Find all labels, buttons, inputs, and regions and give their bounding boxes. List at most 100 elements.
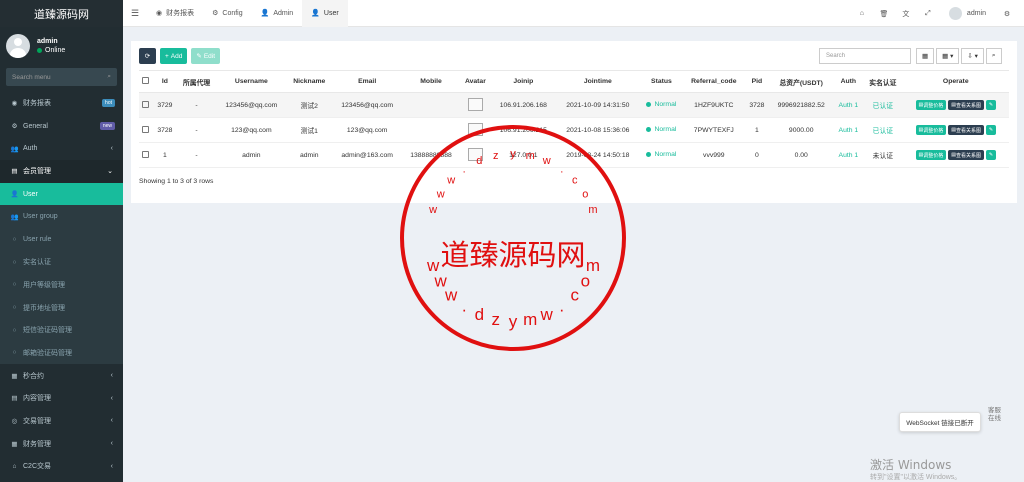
brand-logo[interactable]: 道臻源码网 (0, 0, 123, 27)
search-icon[interactable]: ⌕ (985, 48, 1002, 64)
column-header[interactable]: Status (640, 70, 683, 93)
row-checkbox[interactable] (139, 142, 153, 168)
cell-code: 1HZF9UKTC (682, 92, 745, 118)
sidebar-item-12[interactable]: ▦ 秒合约 ‹ (0, 364, 123, 387)
user-panel: admin Online (0, 27, 123, 65)
sidebar-item-1[interactable]: ⚙ General new (0, 115, 123, 138)
status-badge[interactable]: Normal (640, 117, 683, 143)
column-header[interactable]: Auth (833, 70, 864, 93)
edit-row-button[interactable]: ✎ (986, 150, 996, 160)
cell-email: 123@qq.com (331, 117, 403, 143)
chevron-icon: ‹ (110, 145, 113, 153)
view-relation-button[interactable]: ▤ 查看关系图 (948, 100, 984, 110)
adjust-price-button[interactable]: ▤ 调整价格 (915, 100, 947, 110)
column-header[interactable]: 所属代理 (176, 70, 217, 93)
columns-dropdown-icon[interactable]: ▦ ▾ (936, 48, 960, 64)
top-user-name[interactable]: admin (967, 10, 986, 17)
sidebar-item-6[interactable]: ○ User rule (0, 228, 123, 251)
view-relation-button[interactable]: ▤ 查看关系图 (948, 150, 984, 160)
edit-button[interactable]: ✎ Edit (191, 48, 221, 64)
column-header[interactable]: Operate (902, 70, 1009, 93)
sidebar-item-8[interactable]: ○ 用户等级管理 (0, 273, 123, 297)
sidebar-item-14[interactable]: ◎ 交易管理 ‹ (0, 410, 123, 433)
operate-cell: ▤ 调整价格 ▤ 查看关系图 ✎ (902, 142, 1009, 168)
cell-email: admin@163.com (331, 142, 403, 168)
tab-2[interactable]: 👤 Admin (252, 0, 303, 27)
sidebar-item-label: User group (23, 213, 58, 221)
search-menu-input[interactable]: Search menu ⌕ (6, 68, 117, 86)
edit-row-button[interactable]: ✎ (986, 125, 996, 135)
tab-3[interactable]: 👤 User (302, 0, 348, 27)
cell-id: 3728 (152, 117, 177, 143)
column-header[interactable]: 实名认证 (863, 70, 903, 93)
column-header[interactable]: Email (331, 70, 403, 93)
avatar-cell (459, 92, 492, 118)
watermark-letter: w (436, 188, 445, 200)
settings-icon[interactable]: ⚙ (996, 10, 1018, 18)
sidebar-item-7[interactable]: ○ 实名认证 (0, 250, 123, 274)
cell-realname: 已认证 (863, 117, 903, 143)
watermark-letter: d (475, 305, 484, 324)
column-header[interactable]: Mobile (402, 70, 460, 93)
column-header[interactable]: Referral_code (682, 70, 745, 93)
column-header[interactable]: Jointime (555, 70, 641, 93)
sidebar-item-2[interactable]: 👥 Auth ‹ (0, 137, 123, 160)
cell-auth[interactable]: Auth 1 (833, 92, 864, 118)
edit-row-button[interactable]: ✎ (986, 100, 996, 110)
language-icon[interactable]: 文 (895, 9, 917, 19)
sidebar-item-10[interactable]: ○ 短信验证码管理 (0, 318, 123, 342)
avatar[interactable] (948, 7, 962, 20)
sidebar-item-3[interactable]: ▤ 会员管理 ⌄ (0, 160, 123, 183)
watermark-letter: y (510, 148, 516, 160)
watermark-text: 道臻源码网 (440, 238, 585, 272)
export-dropdown-icon[interactable]: ⇩ ▾ (961, 48, 984, 64)
status-badge[interactable]: Normal (640, 142, 683, 168)
column-header[interactable]: Joinip (491, 70, 556, 93)
sidebar-item-9[interactable]: ○ 提币地址管理 (0, 296, 123, 319)
column-header[interactable]: Avatar (459, 70, 492, 93)
users-icon: 👥 (10, 213, 19, 221)
sidebar-item-label: 邮箱验证码管理 (23, 349, 72, 357)
sidebar-item-16[interactable]: ⌂ C2C交易 ‹ (0, 455, 123, 478)
select-all-checkbox[interactable] (139, 70, 153, 93)
menu-toggle-icon[interactable]: ☰ (123, 8, 147, 19)
column-header[interactable]: Nickname (286, 70, 332, 93)
pagination-info: Showing 1 to 3 of 3 rows (139, 178, 214, 185)
row-checkbox[interactable] (139, 117, 153, 143)
cell-agent: - (176, 142, 217, 168)
table-icon: ▦ (11, 440, 18, 448)
sidebar-item-0[interactable]: ◉ 财务报表 hot (0, 92, 123, 115)
sidebar-item-4[interactable]: 👤 User (0, 182, 123, 206)
row-checkbox[interactable] (139, 92, 153, 118)
sidebar-item-13[interactable]: ▤ 内容管理 ‹ (0, 387, 123, 410)
cell-assets: 9000.00 (768, 117, 834, 143)
cell-auth[interactable]: Auth 1 (833, 117, 864, 143)
cell-assets: 0.00 (768, 142, 834, 168)
sidebar-item-5[interactable]: 👥 User group (0, 205, 123, 229)
search-input[interactable]: Search (819, 48, 911, 64)
adjust-price-button[interactable]: ▤ 调整价格 (915, 150, 947, 160)
column-header[interactable]: Id (152, 70, 177, 93)
watermark-letter: y (509, 312, 518, 331)
cell-auth[interactable]: Auth 1 (833, 142, 864, 168)
tab-1[interactable]: ⚙ Config (203, 0, 252, 27)
toggle-view-icon[interactable]: ▦ (916, 48, 935, 64)
sidebar-item-15[interactable]: ▦ 财务管理 ‹ (0, 432, 123, 455)
tab-0[interactable]: ◉ 财务报表 (147, 0, 203, 27)
home-icon[interactable]: ⌂ (851, 10, 873, 17)
column-header[interactable]: Pid (744, 70, 769, 93)
status-badge[interactable]: Normal (640, 92, 683, 118)
column-header[interactable]: 总资产(USDT) (768, 70, 834, 93)
sidebar-item-11[interactable]: ○ 邮箱验证码管理 (0, 341, 123, 365)
customer-service-icon[interactable]: 客服 在线 (988, 407, 1018, 423)
view-relation-button[interactable]: ▤ 查看关系图 (948, 125, 984, 135)
trash-icon[interactable]: 🗑 (873, 10, 895, 18)
adjust-price-button[interactable]: ▤ 调整价格 (915, 125, 947, 135)
table-row[interactable]: 3729-123456@qq.com 测试2 123456@qq.com 106.91… (139, 92, 1009, 118)
column-header[interactable]: Username (216, 70, 287, 93)
fullscreen-icon[interactable]: ⤢ (917, 10, 939, 18)
eye-icon: ◎ (11, 417, 18, 425)
add-button[interactable]: + Add (160, 48, 188, 64)
cell-username: 123456@qq.com (216, 92, 287, 118)
refresh-button[interactable]: ⟳ (139, 48, 156, 64)
